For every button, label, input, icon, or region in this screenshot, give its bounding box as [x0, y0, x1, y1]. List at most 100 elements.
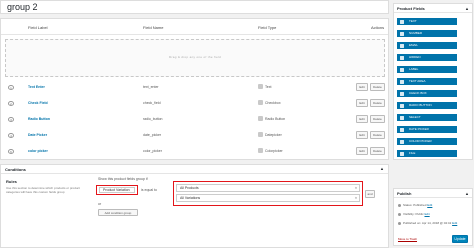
publish-panel: Publish ▲ Status: Published Edit Visibil…: [393, 188, 473, 246]
field-name: color_picker: [143, 149, 162, 153]
delete-button[interactable]: Delete: [370, 131, 385, 139]
page-title: group 2: [7, 2, 38, 12]
field-type: Radio Button: [265, 117, 286, 121]
field-dropzone[interactable]: Drag & drop any one of the field: [5, 39, 385, 77]
eye-icon: [398, 212, 401, 216]
conditions-header[interactable]: Conditions ▲: [1, 165, 388, 174]
product-fields-panel: Product Fields ▲ TEXT NUMBER EMAIL HIDDE…: [393, 3, 473, 160]
fields-table-header: Field Label Field Name Field Type Action…: [1, 19, 388, 35]
button-label: DATE PICKER: [409, 127, 429, 131]
close-icon[interactable]: ×: [355, 185, 357, 192]
title-input[interactable]: group 2: [0, 0, 389, 14]
file-icon: [400, 151, 404, 156]
table-row: 6 color picker color_picker Colorpicker …: [0, 143, 389, 159]
field-name: radio_button: [143, 117, 163, 121]
update-button[interactable]: Update: [452, 235, 468, 243]
button-label: HIDDEN: [409, 55, 421, 59]
button-label: FILE: [409, 151, 416, 155]
value-option: All Products: [180, 186, 199, 190]
edit-button[interactable]: Edit: [356, 99, 368, 107]
dropzone-text: Drag & drop any one of the field: [169, 55, 221, 59]
row-number: 2: [8, 101, 14, 106]
field-label-link[interactable]: Check Field: [28, 101, 48, 105]
field-type: Colorpicker: [265, 149, 283, 153]
value-select-2[interactable]: All Variations ×: [176, 194, 360, 202]
add-colorpicker-field-button[interactable]: COLOR PICKER: [397, 138, 457, 145]
edit-button[interactable]: Edit: [356, 115, 368, 123]
delete-button[interactable]: Delete: [370, 83, 385, 91]
visibility-row: Visibility: Public Edit: [398, 212, 430, 216]
field-name: text_enter: [143, 85, 159, 89]
add-condition-group-button[interactable]: Add condition group: [98, 209, 138, 216]
calendar-icon: [258, 132, 263, 137]
button-label: CHECK BOX: [409, 91, 427, 95]
close-icon[interactable]: ×: [355, 195, 357, 202]
rules-description: Use this section to determine which prod…: [6, 186, 80, 194]
edit-visibility-link[interactable]: Edit: [424, 212, 429, 216]
add-hidden-field-button[interactable]: HIDDEN: [397, 54, 457, 61]
button-label: COLOR PICKER: [409, 139, 432, 143]
collapse-icon[interactable]: ▲: [465, 6, 469, 11]
edit-status-link[interactable]: Edit: [427, 203, 432, 207]
add-textarea-field-button[interactable]: TEXT AREA: [397, 78, 457, 85]
add-datepicker-field-button[interactable]: DATE PICKER: [397, 126, 457, 133]
add-checkbox-field-button[interactable]: CHECK BOX: [397, 90, 457, 97]
button-label: TEXT AREA: [409, 79, 426, 83]
button-label: LABEL: [409, 67, 419, 71]
table-row: 3 Radio Button radio_button Radio Button…: [1, 111, 388, 127]
palette-icon: [400, 139, 404, 144]
and-button[interactable]: and: [365, 190, 375, 198]
radio-icon: [400, 103, 404, 108]
publish-title: Publish: [397, 191, 412, 196]
edit-button[interactable]: Edit: [356, 83, 368, 91]
field-type: Text: [265, 85, 272, 89]
button-label: SELECT: [409, 115, 421, 119]
field-label-link[interactable]: Text Enter: [28, 85, 45, 89]
edit-date-link[interactable]: Edit: [452, 221, 457, 225]
palette-icon: [258, 148, 263, 153]
delete-button[interactable]: Delete: [370, 115, 385, 123]
row-number: 3: [8, 117, 14, 122]
table-row-partial: [1, 159, 388, 161]
product-fields-title: Product Fields: [397, 6, 425, 11]
delete-button[interactable]: Delete: [370, 99, 385, 107]
publish-header[interactable]: Publish ▲: [394, 189, 472, 198]
published-date: Published on: Apr 14, 2018 @ 04:42: [403, 221, 452, 225]
visibility-value: Public: [415, 212, 424, 216]
move-to-trash-link[interactable]: Move to Trash: [398, 237, 417, 241]
checkbox-field-icon: [258, 100, 263, 105]
add-text-field-button[interactable]: TEXT: [397, 18, 457, 25]
edit-button[interactable]: Edit: [356, 131, 368, 139]
header-field-name: Field Name: [143, 25, 164, 30]
row-number: 6: [8, 149, 14, 154]
button-label: RADIO BUTTON: [409, 103, 432, 107]
value-select-1[interactable]: All Products ×: [176, 184, 360, 192]
product-fields-header[interactable]: Product Fields ▲: [394, 4, 472, 13]
field-label-link[interactable]: Date Picker: [28, 133, 47, 137]
add-radio-field-button[interactable]: RADIO BUTTON: [397, 102, 457, 109]
delete-button[interactable]: Delete: [370, 147, 385, 155]
published-row: Published on: Apr 14, 2018 @ 04:42 Edit: [398, 221, 457, 225]
radio-field-icon: [258, 116, 263, 121]
collapse-icon[interactable]: ▲: [380, 166, 384, 171]
number-icon: [400, 31, 404, 36]
calendar-icon: [398, 221, 401, 225]
hidden-icon: [400, 55, 404, 60]
field-label-link[interactable]: color picker: [28, 149, 48, 153]
header-field-type: Field Type: [258, 25, 277, 30]
add-file-field-button[interactable]: FILE: [397, 150, 457, 157]
fields-panel: Field Label Field Name Field Type Action…: [0, 18, 389, 160]
status-row: Status: Published Edit: [398, 203, 432, 207]
value-option: All Variations: [180, 196, 201, 200]
add-email-field-button[interactable]: EMAIL: [397, 42, 457, 49]
edit-button[interactable]: Edit: [356, 147, 368, 155]
add-select-field-button[interactable]: SELECT: [397, 114, 457, 121]
field-label-link[interactable]: Radio Button: [28, 117, 50, 121]
add-number-field-button[interactable]: NUMBER: [397, 30, 457, 37]
field-name: check_field: [143, 101, 161, 105]
calendar-icon: [400, 127, 404, 132]
collapse-icon[interactable]: ▲: [465, 191, 469, 196]
subject-select[interactable]: Product Variation: [99, 187, 135, 193]
textarea-icon: [400, 79, 404, 84]
add-label-field-button[interactable]: LABEL: [397, 66, 457, 73]
